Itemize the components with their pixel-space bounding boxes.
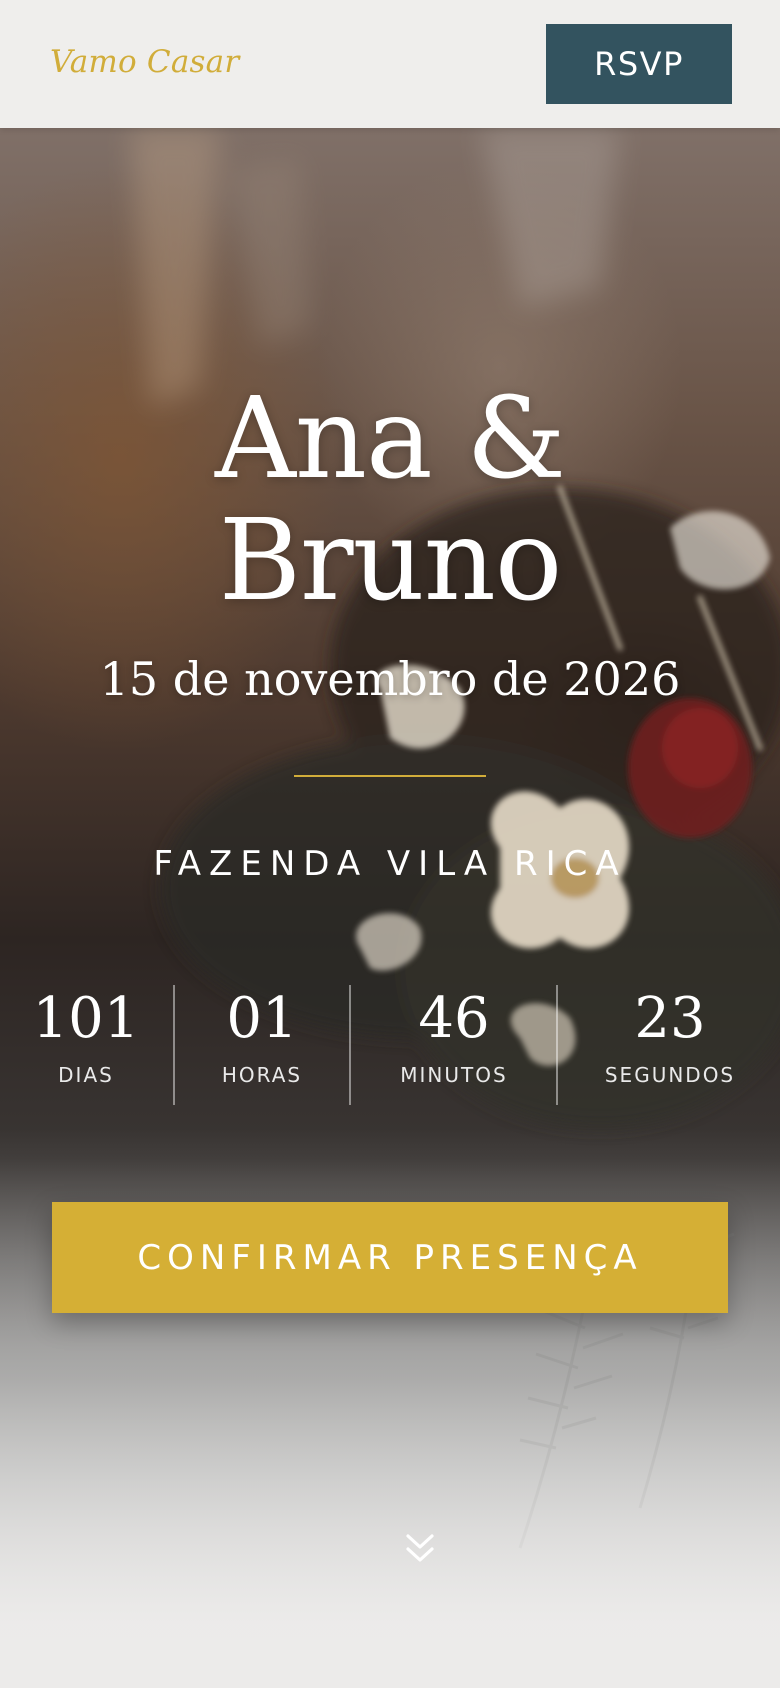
countdown-hours: 01 HORAS [202,985,322,1107]
wedding-date: 15 de novembro de 2026 [99,652,681,706]
top-header: Vamo Casar RSVP [0,0,780,128]
hero-section [0,128,780,1688]
confirm-attendance-button[interactable]: CONFIRMAR PRESENÇA [52,1202,728,1313]
couple-names: Ana & Bruno [0,378,780,622]
countdown-seconds-label: SEGUNDOS [604,1063,736,1087]
couple-name-line-1: Ana & [214,374,566,504]
gold-divider [294,775,486,777]
countdown-separator [349,985,351,1105]
countdown-separator [556,985,558,1105]
site-logo[interactable]: Vamo Casar [50,44,239,80]
countdown-seconds-value: 23 [634,986,706,1051]
venue-name: FAZENDA VILA RICA [153,844,627,884]
countdown-days-label: DIAS [58,1063,114,1087]
countdown-timer: 101 DIAS 01 HORAS 46 MINUTOS 23 SEGUNDOS [0,985,780,1107]
countdown-separator [173,985,175,1105]
couple-name-line-2: Bruno [218,496,563,626]
countdown-minutes-value: 46 [418,986,490,1051]
countdown-days-value: 101 [32,986,140,1051]
countdown-hours-value: 01 [226,986,298,1051]
countdown-minutes-label: MINUTOS [400,1063,508,1087]
countdown-minutes: 46 MINUTOS [384,985,524,1107]
countdown-days: 101 DIAS [30,985,142,1107]
countdown-hours-label: HORAS [221,1063,303,1087]
countdown-seconds: 23 SEGUNDOS [590,985,750,1107]
rsvp-button[interactable]: RSVP [546,24,732,104]
double-chevron-down-icon[interactable] [404,1532,436,1568]
wedding-landing-page: Vamo Casar RSVP Ana & Bruno 15 de novemb… [0,0,780,1688]
